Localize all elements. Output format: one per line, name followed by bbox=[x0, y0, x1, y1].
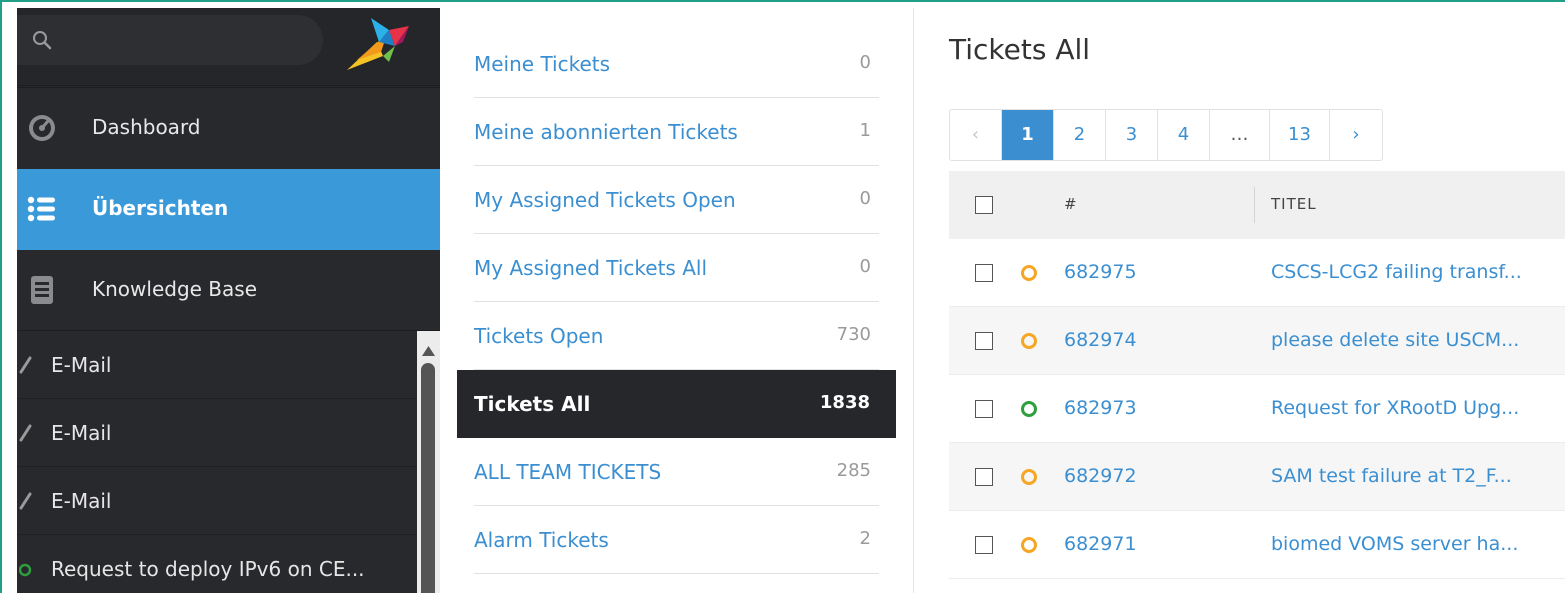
overview-item[interactable]: My Assigned Tickets Open 0 bbox=[474, 166, 879, 234]
nav-item-overviews[interactable]: Übersichten bbox=[17, 169, 440, 250]
overview-label: My Assigned Tickets All bbox=[474, 256, 707, 280]
app-window: Dashboard Übersichten Knowledge Base E-M… bbox=[0, 0, 1565, 593]
task-scrollbar[interactable] bbox=[417, 331, 440, 593]
overview-count: 0 bbox=[859, 256, 871, 277]
pencil-icon bbox=[19, 423, 33, 447]
overview-count: 285 bbox=[836, 460, 871, 481]
ticket-title[interactable]: SAM test failure at T2_F... bbox=[1271, 465, 1512, 487]
task-bar: E-Mail E-Mail E-Mail Request to deploy I… bbox=[17, 331, 440, 593]
scroll-up-icon[interactable] bbox=[422, 341, 435, 360]
overview-count: 1 bbox=[859, 120, 871, 141]
ticket-number[interactable]: 682974 bbox=[1064, 329, 1137, 351]
ticket-number[interactable]: 682973 bbox=[1064, 397, 1137, 419]
status-open-icon bbox=[1021, 265, 1037, 281]
nav-header bbox=[17, 8, 440, 86]
ticket-title[interactable]: CSCS-LCG2 failing transf... bbox=[1271, 261, 1522, 283]
overview-item[interactable]: Meine Tickets 0 bbox=[474, 30, 879, 98]
dashboard-icon bbox=[27, 113, 57, 143]
table-row[interactable]: 682973 Request for XRootD Upg... bbox=[949, 375, 1565, 443]
ticket-number[interactable]: 682971 bbox=[1064, 533, 1137, 555]
ticket-title[interactable]: biomed VOMS server ha... bbox=[1271, 533, 1518, 555]
column-header-number[interactable]: # bbox=[1064, 195, 1078, 213]
overview-item[interactable]: Alarm Tickets 2 bbox=[474, 506, 879, 574]
status-open-icon bbox=[1021, 537, 1037, 553]
overview-count: 0 bbox=[859, 188, 871, 209]
row-checkbox[interactable] bbox=[975, 332, 993, 350]
overview-item[interactable]: Meine abonnierten Tickets 1 bbox=[474, 98, 879, 166]
table-row[interactable]: 682971 biomed VOMS server ha... bbox=[949, 511, 1565, 579]
task-label: E-Mail bbox=[51, 489, 112, 513]
pagination-page[interactable]: 3 bbox=[1106, 110, 1158, 160]
scrollbar-thumb[interactable] bbox=[421, 363, 435, 593]
select-all-checkbox[interactable] bbox=[975, 196, 993, 214]
pagination-page-last[interactable]: 13 bbox=[1270, 110, 1330, 160]
book-icon bbox=[27, 275, 57, 305]
task-item[interactable]: E-Mail bbox=[17, 399, 417, 467]
overview-count: 0 bbox=[859, 52, 871, 73]
task-label: E-Mail bbox=[51, 353, 112, 377]
overview-label: Meine abonnierten Tickets bbox=[474, 120, 738, 144]
overview-item[interactable]: ALL TEAM TICKETS 285 bbox=[474, 438, 879, 506]
overview-item-active[interactable]: Tickets All 1838 bbox=[457, 370, 896, 438]
overview-label: Alarm Tickets bbox=[474, 528, 609, 552]
pagination-page-current[interactable]: 1 bbox=[1002, 110, 1054, 160]
ticket-title[interactable]: please delete site USCM... bbox=[1271, 329, 1519, 351]
overview-label: ALL TEAM TICKETS bbox=[474, 460, 662, 484]
overview-label: Meine Tickets bbox=[474, 52, 611, 76]
pencil-icon bbox=[19, 491, 33, 515]
pencil-icon bbox=[19, 355, 33, 379]
overview-item[interactable]: My Assigned Tickets All 0 bbox=[474, 234, 879, 302]
task-item[interactable]: Request to deploy IPv6 on CE... bbox=[17, 535, 417, 593]
pagination-page[interactable]: 4 bbox=[1158, 110, 1210, 160]
main-navigation: Dashboard Übersichten Knowledge Base E-M… bbox=[17, 8, 440, 593]
overview-count: 2 bbox=[859, 528, 871, 549]
search-input[interactable] bbox=[63, 25, 303, 55]
table-row[interactable]: 682974 please delete site USCM... bbox=[949, 307, 1565, 375]
ticket-title[interactable]: Request for XRootD Upg... bbox=[1271, 397, 1519, 419]
pagination-ellipsis: … bbox=[1210, 110, 1270, 160]
pagination: ‹ 1 2 3 4 … 13 › bbox=[949, 109, 1383, 161]
main-content: Tickets All ‹ 1 2 3 4 … 13 › # TITEL 682… bbox=[914, 8, 1565, 593]
column-header-title[interactable]: TITEL bbox=[1271, 195, 1317, 213]
nav-item-dashboard[interactable]: Dashboard bbox=[17, 87, 440, 168]
nav-item-label: Übersichten bbox=[92, 196, 229, 220]
ticket-number[interactable]: 682972 bbox=[1064, 465, 1137, 487]
row-checkbox[interactable] bbox=[975, 264, 993, 282]
task-item[interactable]: E-Mail bbox=[17, 467, 417, 535]
nav-item-label: Dashboard bbox=[92, 115, 201, 139]
table-header: # TITEL bbox=[949, 171, 1565, 239]
search-icon bbox=[32, 30, 52, 54]
task-label: E-Mail bbox=[51, 421, 112, 445]
row-checkbox[interactable] bbox=[975, 468, 993, 486]
nav-item-label: Knowledge Base bbox=[92, 277, 257, 301]
table-row[interactable]: 682975 CSCS-LCG2 failing transf... bbox=[949, 239, 1565, 307]
overview-count: 730 bbox=[836, 324, 871, 345]
overview-count: 1838 bbox=[819, 392, 870, 413]
overview-list: Meine Tickets 0 Meine abonnierten Ticket… bbox=[440, 8, 914, 593]
task-item[interactable]: E-Mail bbox=[17, 331, 417, 399]
nav-item-knowledge-base[interactable]: Knowledge Base bbox=[17, 250, 440, 331]
status-open-icon bbox=[1021, 333, 1037, 349]
pagination-prev[interactable]: ‹ bbox=[950, 110, 1002, 160]
overview-label: Tickets Open bbox=[474, 324, 604, 348]
column-divider[interactable] bbox=[1254, 187, 1255, 223]
pagination-page[interactable]: 2 bbox=[1054, 110, 1106, 160]
table-row[interactable]: 682972 SAM test failure at T2_F... bbox=[949, 443, 1565, 511]
overview-label: My Assigned Tickets Open bbox=[474, 188, 736, 212]
overview-item[interactable]: Tickets Open 730 bbox=[474, 302, 879, 370]
pagination-next[interactable]: › bbox=[1330, 110, 1382, 160]
search-box[interactable] bbox=[17, 15, 323, 65]
task-label: Request to deploy IPv6 on CE... bbox=[51, 557, 365, 581]
list-icon bbox=[27, 194, 57, 224]
page-title: Tickets All bbox=[949, 33, 1091, 66]
status-open-icon bbox=[18, 559, 35, 583]
status-open-icon bbox=[1021, 469, 1037, 485]
row-checkbox[interactable] bbox=[975, 536, 993, 554]
overview-label: Tickets All bbox=[474, 392, 591, 416]
ticket-number[interactable]: 682975 bbox=[1064, 261, 1137, 283]
status-new-icon bbox=[1021, 401, 1037, 417]
row-checkbox[interactable] bbox=[975, 400, 993, 418]
zammad-logo[interactable] bbox=[343, 12, 413, 80]
